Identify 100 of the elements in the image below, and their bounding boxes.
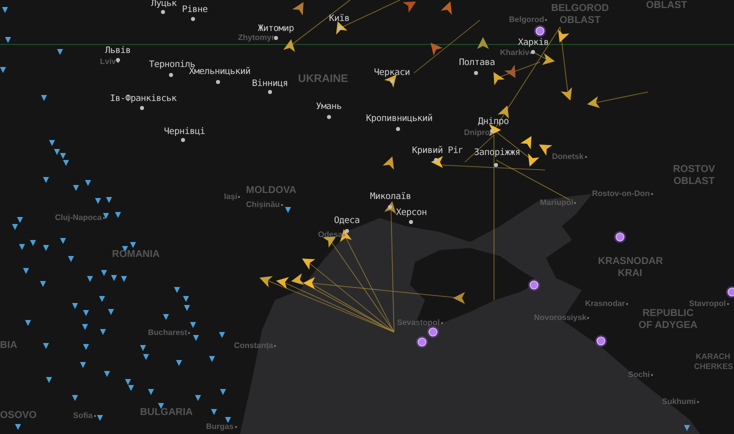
city-label: Хмельницький (189, 67, 250, 77)
triangle-icon[interactable] (211, 409, 217, 415)
triangle-icon[interactable] (190, 322, 196, 328)
triangle-icon[interactable] (225, 417, 231, 423)
triangle-icon[interactable] (72, 395, 78, 401)
aircraft-icon[interactable] (283, 39, 296, 52)
region-label: BULGARIA (140, 407, 193, 419)
triangle-icon[interactable] (100, 329, 106, 335)
place-label: Kharkiv (500, 48, 530, 57)
triangle-icon[interactable] (97, 415, 103, 421)
place-label: Sofia (73, 411, 93, 420)
region-label: MOLDOVA (246, 185, 296, 197)
region-label: BELGOROD OBLAST (550, 3, 610, 27)
city-label: Кривий Ріг (412, 146, 464, 156)
triangle-icon[interactable] (220, 389, 226, 395)
city-label: Запоріжжя (474, 148, 520, 158)
triangle-icon[interactable] (23, 268, 29, 274)
triangle-icon[interactable] (285, 207, 291, 213)
triangle-icon[interactable] (80, 362, 86, 368)
aircraft-icon[interactable] (440, 1, 452, 15)
aircraft-icon[interactable] (382, 156, 394, 170)
city-label: Черкаси (374, 68, 410, 78)
aircraft-icon[interactable] (453, 292, 465, 304)
aircraft-icon[interactable] (587, 96, 600, 108)
aircraft-icon[interactable] (303, 277, 315, 289)
place-label: Burgas (206, 422, 234, 431)
circle-marker-icon[interactable] (595, 335, 607, 347)
triangle-icon[interactable] (43, 245, 49, 251)
city-label: Львів (105, 46, 131, 56)
triangle-icon[interactable] (41, 95, 47, 101)
triangle-icon[interactable] (0, 67, 6, 73)
place-label: Odesa (318, 230, 342, 239)
place-label: Rostov-on-Don (592, 189, 650, 198)
aircraft-icon[interactable] (292, 2, 304, 16)
place-label: Mariupol (540, 198, 574, 207)
region-label: KARACH CHERKES (694, 352, 732, 372)
place-label: Bucharest (148, 328, 188, 337)
triangle-icon[interactable] (195, 395, 201, 401)
triangle-icon[interactable] (219, 332, 225, 338)
triangle-icon[interactable] (2, 7, 8, 13)
region-label: REPUBLIC OF ADYGEA (637, 308, 699, 332)
triangle-icon[interactable] (82, 324, 88, 330)
aircraft-icon[interactable] (528, 153, 540, 167)
triangle-icon[interactable] (43, 177, 49, 183)
triangle-icon[interactable] (43, 343, 49, 349)
region-label: ROMANIA (112, 249, 160, 261)
city-label: Полтава (459, 58, 495, 68)
triangle-icon[interactable] (684, 425, 690, 431)
aircraft-icon[interactable] (538, 144, 552, 156)
triangle-icon[interactable] (87, 276, 93, 282)
city-label: Кропивницький (366, 114, 433, 124)
aircraft-icon[interactable] (276, 276, 289, 289)
place-label: Lviv (100, 57, 116, 66)
triangle-icon[interactable] (148, 389, 154, 395)
aircraft-icon[interactable] (498, 105, 509, 119)
region-label: UKRAINE (298, 73, 348, 86)
triangle-icon[interactable] (40, 281, 46, 287)
triangle-icon[interactable] (57, 49, 63, 55)
triangle-icon[interactable] (209, 356, 215, 362)
aircraft-icon[interactable] (291, 273, 304, 286)
triangle-icon[interactable] (163, 314, 169, 320)
city-label: Херсон (396, 208, 427, 218)
triangle-icon[interactable] (15, 424, 21, 430)
place-label: Dnipro (464, 128, 490, 137)
triangle-icon[interactable] (46, 377, 52, 383)
circle-marker-icon[interactable] (528, 279, 540, 291)
place-label: Constanța (234, 341, 274, 350)
aircraft-icon[interactable] (302, 258, 316, 270)
triangle-icon[interactable] (83, 344, 89, 350)
city-label: Вінниця (252, 79, 288, 89)
region-label: OSOVO (0, 410, 37, 422)
aircraft-icon[interactable] (520, 136, 532, 150)
circle-marker-icon[interactable] (534, 25, 546, 37)
aircraft-icon[interactable] (560, 87, 572, 101)
triangle-icon[interactable] (108, 309, 114, 315)
aircraft-icon[interactable] (259, 276, 273, 288)
region-label: BIA (0, 340, 18, 352)
circle-marker-icon[interactable] (416, 336, 428, 348)
region-label: OBLAST (646, 0, 688, 12)
aircraft-icon[interactable] (542, 53, 555, 66)
circle-marker-icon[interactable] (726, 286, 734, 298)
aircraft-icon[interactable] (477, 37, 489, 49)
place-label: Chișinău (246, 200, 280, 209)
triangle-icon[interactable] (193, 335, 199, 341)
triangle-icon[interactable] (104, 371, 110, 377)
circle-marker-icon[interactable] (427, 326, 439, 338)
triangle-icon[interactable] (68, 256, 74, 262)
aircraft-icon[interactable] (558, 29, 570, 43)
circle-marker-icon[interactable] (614, 231, 626, 243)
city-label: Житомир (258, 24, 294, 34)
triangle-icon[interactable] (60, 238, 66, 244)
triangle-icon[interactable] (5, 37, 11, 43)
triangle-icon[interactable] (176, 360, 182, 366)
triangle-icon[interactable] (99, 296, 105, 302)
region-label: ROSTOV OBLAST (672, 164, 716, 188)
place-label: Novorossiysk (534, 313, 586, 322)
triangle-icon[interactable] (25, 320, 31, 326)
aircraft-icon[interactable] (322, 236, 336, 248)
triangle-icon[interactable] (158, 403, 164, 409)
aircraft-icon[interactable] (494, 72, 505, 86)
